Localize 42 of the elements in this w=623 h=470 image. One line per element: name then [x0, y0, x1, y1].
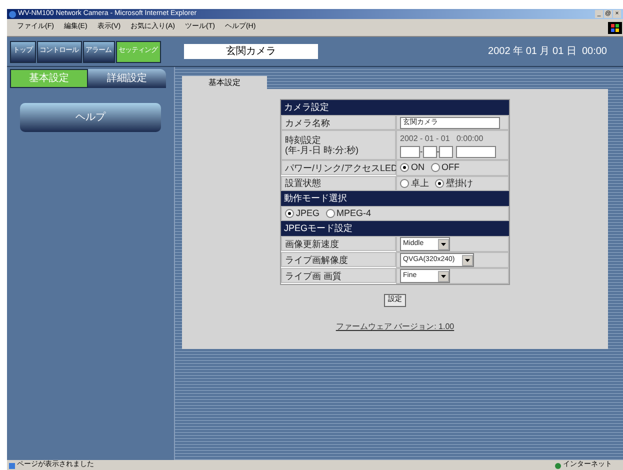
- camera-title: 玄関カメラ: [184, 44, 318, 59]
- option-label: 卓上: [411, 176, 429, 190]
- field-label: 時刻設定: [285, 135, 322, 145]
- radio-button[interactable]: [430, 163, 440, 172]
- radio-button[interactable]: [400, 163, 409, 172]
- option-label: 壁掛け: [446, 176, 473, 190]
- section-header: 動作モード選択: [281, 191, 509, 206]
- current-time: 2002 - 01 - 01 0:00:00: [400, 132, 484, 144]
- field-label: ライブ画解像度: [285, 254, 349, 264]
- radio-button[interactable]: [435, 178, 444, 188]
- firmware-link[interactable]: ファームウェア バージョン: 1.00: [336, 321, 454, 333]
- radio-button[interactable]: [326, 209, 335, 218]
- separator: -: [436, 146, 440, 158]
- year-field[interactable]: [400, 146, 420, 158]
- radio-button[interactable]: [285, 209, 294, 218]
- field-label: 設置状態: [285, 178, 322, 188]
- day-field[interactable]: [439, 146, 454, 158]
- sub-tab[interactable]: 詳細設定: [88, 69, 166, 88]
- option-label: MPEG-4: [336, 206, 372, 220]
- content-tab[interactable]: 基本設定: [182, 76, 267, 89]
- field-label: カメラ名称: [285, 118, 331, 128]
- separator: -: [420, 146, 423, 158]
- time-field[interactable]: [456, 146, 496, 158]
- month-field[interactable]: [422, 146, 437, 158]
- option-label: ON: [411, 161, 424, 174]
- caret-icon: [462, 254, 473, 266]
- section-header: カメラ設定: [281, 100, 509, 115]
- browser-icon: [9, 10, 16, 18]
- field-label: 画像更新速度: [285, 238, 340, 248]
- windows-logo-icon: [608, 22, 622, 34]
- field-sublabel: (年-月-日 時:分:秒): [285, 145, 360, 155]
- option-label: OFF: [442, 161, 460, 174]
- help-button[interactable]: ヘルプ: [20, 103, 161, 132]
- caret-icon: [438, 238, 449, 250]
- caret-icon: [438, 270, 449, 282]
- radio-button[interactable]: [400, 178, 409, 188]
- date-time: 2002 年 01 月 01 日 00:00: [488, 45, 607, 59]
- option-label: JPEG: [296, 206, 320, 220]
- globe-icon: [555, 463, 561, 469]
- section-header: JPEGモード設定: [281, 221, 509, 236]
- field-label: ライブ画 画質: [285, 270, 343, 280]
- page-icon: [9, 463, 15, 469]
